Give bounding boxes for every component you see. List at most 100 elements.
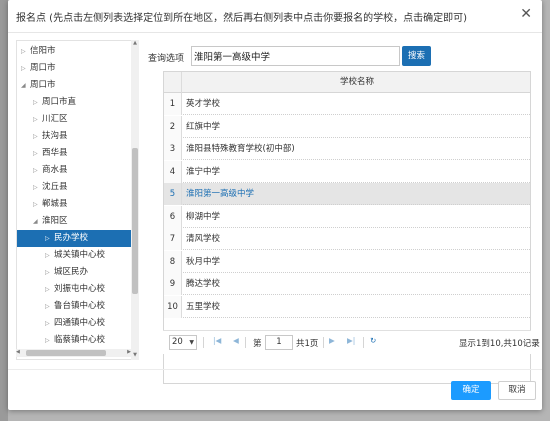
scroll-left-icon[interactable]: ◀ <box>16 349 20 355</box>
school-select-dialog: 报名点 (先点击左侧列表选择定位到所在地区，然后再右侧列表中点击你要报名的学校，… <box>8 0 542 410</box>
caret-right-icon[interactable]: ▷ <box>45 298 54 315</box>
first-page-icon[interactable]: |◀ <box>213 336 221 345</box>
backdrop-edge <box>0 0 8 421</box>
school-name-cell: 红旗中学 <box>186 121 221 132</box>
tree-item[interactable]: ▷ 西华县 <box>33 145 68 162</box>
tree-vertical-scrollbar[interactable]: ▲ ▼ <box>131 40 139 360</box>
caret-right-icon[interactable]: ▷ <box>45 315 54 332</box>
tree-item[interactable]: ▷ 川汇区 <box>33 111 68 128</box>
caret-right-icon[interactable]: ▷ <box>33 179 42 196</box>
tree-item[interactable]: ▷ 临蔡镇中心校 <box>45 332 105 349</box>
tree-item-label: 郸城县 <box>42 199 68 209</box>
caret-right-icon[interactable]: ▷ <box>45 332 54 349</box>
table-row[interactable]: 1 英才学校 <box>164 93 530 115</box>
pager-separator <box>323 337 324 348</box>
row-number: 10 <box>164 295 182 318</box>
tree-item[interactable]: ▷ 扶沟县 <box>33 128 68 145</box>
school-name-cell: 淮阳县特殊教育学校(初中部) <box>186 144 295 154</box>
tree-item-label: 临蔡镇中心校 <box>54 335 106 345</box>
scroll-down-icon[interactable]: ▼ <box>131 352 139 360</box>
refresh-icon[interactable]: ↻ <box>370 336 376 345</box>
row-number: 8 <box>164 250 182 273</box>
tree-item[interactable]: ▷ 周口市 <box>21 60 56 77</box>
caret-right-icon[interactable]: ▷ <box>33 196 42 213</box>
table-row[interactable]: 6 柳湖中学 <box>164 205 530 228</box>
caret-down-icon[interactable]: ◢ <box>33 213 42 230</box>
tree-item[interactable]: ▷ 商水县 <box>33 162 68 179</box>
search-button[interactable]: 搜索 <box>402 46 431 66</box>
scrollbar-thumb[interactable] <box>132 148 138 294</box>
table-row[interactable]: 8 秋月中学 <box>164 250 530 273</box>
caret-right-icon[interactable]: ▷ <box>21 60 30 77</box>
row-number: 6 <box>164 205 182 228</box>
row-number: 2 <box>164 115 182 138</box>
tree-horizontal-scrollbar[interactable]: ◀ ▶ <box>16 349 131 357</box>
cancel-button[interactable]: 取消 <box>498 381 536 400</box>
tree-item[interactable]: ▷ 民办学校 <box>17 230 132 247</box>
school-name-cell: 清风学校 <box>186 234 221 244</box>
tree-item-label: 刘振屯中心校 <box>54 284 106 294</box>
search-input[interactable] <box>191 46 400 66</box>
next-page-icon[interactable]: ▶ <box>329 336 335 345</box>
caret-down-icon[interactable]: ◢ <box>21 77 30 94</box>
row-number: 1 <box>164 93 182 115</box>
caret-right-icon[interactable]: ▷ <box>33 111 42 128</box>
page-size-value: 20 <box>172 337 183 347</box>
dialog-title: 报名点 (先点击左侧列表选择定位到所在地区，然后再右侧列表中点击你要报名的学校，… <box>16 13 467 24</box>
table-row[interactable]: 3 淮阳县特殊教育学校(初中部) <box>164 138 530 160</box>
table-row[interactable]: 2 红旗中学 <box>164 115 530 138</box>
tree-item-label: 周口市 <box>30 80 56 90</box>
grid-header: 学校名称 <box>164 72 530 93</box>
tree-item[interactable]: ▷ 信阳市 <box>21 43 56 60</box>
search-label: 查询选项 <box>148 54 185 64</box>
page-number-input[interactable]: 1 <box>265 335 293 350</box>
caret-right-icon[interactable]: ▷ <box>45 281 54 298</box>
tree-item[interactable]: ▷ 四通镇中心校 <box>45 315 105 332</box>
confirm-button[interactable]: 确定 <box>451 381 491 400</box>
last-page-icon[interactable]: ▶| <box>347 336 355 345</box>
caret-right-icon[interactable]: ▷ <box>33 128 42 145</box>
page-size-select[interactable]: 20 ▼ <box>169 335 197 350</box>
tree-item[interactable]: ▷ 城关镇中心校 <box>45 247 105 264</box>
pager-separator <box>245 337 246 348</box>
close-icon[interactable]: ✕ <box>520 6 532 22</box>
scroll-right-icon[interactable]: ▶ <box>127 349 131 355</box>
caret-right-icon[interactable]: ▷ <box>45 230 54 247</box>
tree-item[interactable]: ▷ 沈丘县 <box>33 179 68 196</box>
region-tree: ▷ 信阳市 ▷ 周口市 ◢ 周口市 ▷ 周口市直 ▷ 川汇区 ▷ 扶沟县 ▷ 西华县 ▷ 商水县 ▷ 沈丘县 ▷ 郸城… <box>16 40 139 360</box>
tree-item-label: 扶沟县 <box>42 131 68 141</box>
tree-item[interactable]: ▷ 鲁台镇中心校 <box>45 298 105 315</box>
row-number: 7 <box>164 228 182 250</box>
school-name-cell: 淮宁中学 <box>186 166 221 177</box>
school-name-cell: 五里学校 <box>186 301 221 312</box>
tree-item[interactable]: ▷ 郸城县 <box>33 196 68 213</box>
scrollbar-thumb[interactable] <box>26 350 106 356</box>
table-row[interactable]: 9 腾达学校 <box>164 273 530 295</box>
footer-divider <box>8 369 542 370</box>
pager-separator <box>363 337 364 348</box>
pagination-bar: 20 ▼ |◀ ◀ 第 1 共1页 ▶ ▶| ↻ 显示1到10,共10记录 <box>163 330 540 354</box>
tree-item-label: 商水县 <box>42 165 68 175</box>
tree-item[interactable]: ◢ 淮阳区 <box>33 213 68 230</box>
caret-right-icon[interactable]: ▷ <box>33 162 42 179</box>
caret-right-icon[interactable]: ▷ <box>21 43 30 60</box>
caret-right-icon[interactable]: ▷ <box>45 264 54 281</box>
tree-item-label: 周口市 <box>30 63 56 73</box>
tree-item[interactable]: ◢ 周口市 <box>21 77 56 94</box>
prev-page-icon[interactable]: ◀ <box>233 336 239 345</box>
scroll-up-icon[interactable]: ▲ <box>131 40 139 48</box>
table-row[interactable]: 4 淮宁中学 <box>164 160 530 183</box>
tree-item[interactable]: ▷ 城区民办 <box>45 264 88 281</box>
tree-item-label: 沈丘县 <box>42 182 68 192</box>
caret-right-icon[interactable]: ▷ <box>45 247 54 264</box>
tree-item-label: 四通镇中心校 <box>54 318 106 328</box>
table-row[interactable]: 5 淮阳第一高级中学 <box>164 183 530 205</box>
tree-item[interactable]: ▷ 周口市直 <box>33 94 76 111</box>
caret-right-icon[interactable]: ▷ <box>33 94 42 111</box>
table-row[interactable]: 7 清风学校 <box>164 228 530 250</box>
caret-right-icon[interactable]: ▷ <box>33 145 42 162</box>
record-summary: 显示1到10,共10记录 <box>459 339 540 349</box>
tree-item[interactable]: ▷ 刘振屯中心校 <box>45 281 105 298</box>
table-row[interactable]: 10 五里学校 <box>164 295 530 318</box>
row-number: 4 <box>164 160 182 183</box>
